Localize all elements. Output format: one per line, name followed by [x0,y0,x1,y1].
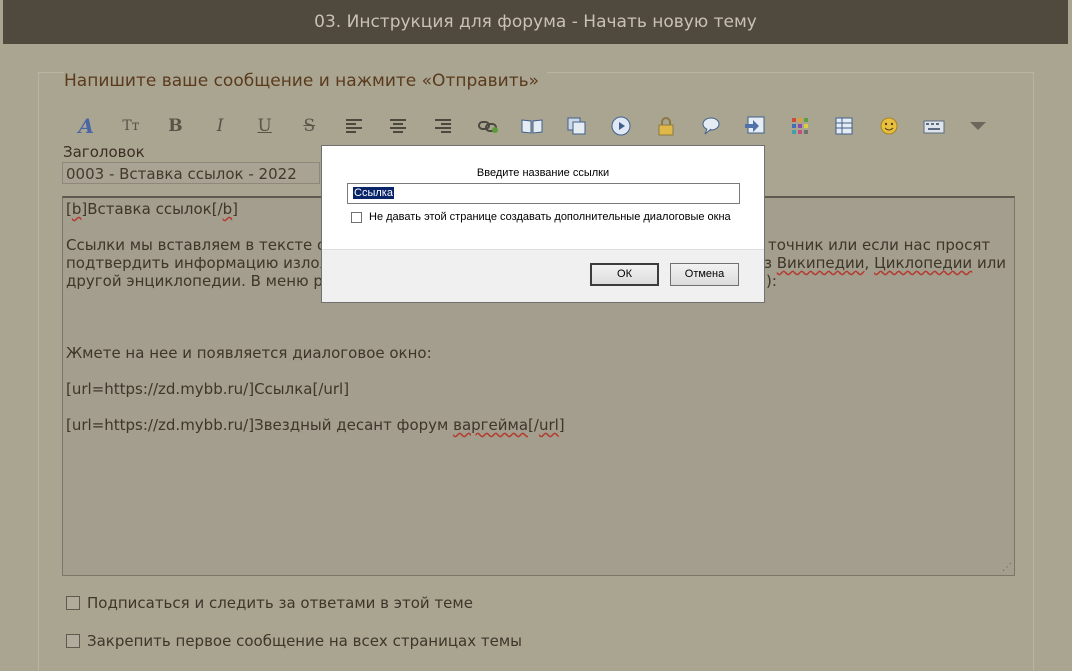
italic-icon[interactable]: I [198,112,243,140]
subscribe-label: Подписаться и следить за ответами в этой… [87,594,473,612]
font-icon[interactable]: A [64,112,109,140]
form-title: Напишите ваше сообщение и нажмите «Отпра… [64,71,548,91]
link-name-input[interactable]: Ссылка [347,183,740,204]
editor-line-4: Жмете на нее и появляется диалоговое окн… [66,344,432,362]
resize-grip-icon[interactable]: ⋰ [1002,562,1012,573]
editor-toolbar: A Tт B I U S [64,112,1000,140]
editor-line-1a: Ссылки мы вставляем в тексте оч [66,236,336,254]
subject-input[interactable]: 0003 - Вставка ссылок - 2022 [62,162,320,184]
copy-icon[interactable] [555,112,600,140]
suppress-dialogs-option[interactable]: Не давать этой странице создавать дополн… [351,211,731,223]
stick-checkbox[interactable] [66,634,80,648]
more-icon[interactable] [956,112,1001,140]
editor-line-title: [b]Вставка ссылок[/b] [66,200,239,218]
smile-icon[interactable] [867,112,912,140]
color-icon[interactable] [778,112,823,140]
subscribe-checkbox[interactable] [66,596,80,610]
editor-line-3b: ): [766,272,777,290]
font-size-icon[interactable]: Tт [109,112,154,140]
quote-book-icon[interactable] [510,112,555,140]
stick-option[interactable]: Закрепить первое сообщение на всех стран… [66,632,522,650]
cancel-button[interactable]: Отмена [670,263,739,286]
page-header: 03. Инструкция для форума - Начать новую… [3,0,1068,44]
editor-line-2a: подтвердить информацию излож [66,254,334,272]
link-name-selected-text: Ссылка [353,187,394,199]
table-icon[interactable] [822,112,867,140]
link-name-dialog: Введите название ссылки Ссылка Не давать… [321,145,765,303]
subject-label: Заголовок [63,143,145,161]
editor-line-2b: з Википедии, Циклопедии или [764,254,1007,272]
underline-icon[interactable]: U [242,112,287,140]
speech-icon[interactable] [688,112,733,140]
keyboard-icon[interactable] [911,112,956,140]
editor-line-3a: другой энциклопедии. В меню ре [66,272,333,290]
bold-icon[interactable]: B [153,112,198,140]
stick-label: Закрепить первое сообщение на всех стран… [87,632,523,650]
editor-line-6: [url=https://zd.mybb.ru/]Звездный десант… [66,416,565,434]
suppress-dialogs-checkbox[interactable] [351,211,362,223]
media-icon[interactable] [599,112,644,140]
align-right-icon[interactable] [421,112,466,140]
ok-button[interactable]: ОК [590,263,659,286]
lock-icon[interactable] [644,112,689,140]
image-icon[interactable] [733,112,778,140]
align-left-icon[interactable] [332,112,377,140]
align-center-icon[interactable] [376,112,421,140]
suppress-dialogs-label: Не давать этой странице создавать дополн… [369,211,731,223]
strikethrough-icon[interactable]: S [287,112,332,140]
editor-line-5: [url=https://zd.mybb.ru/]Ссылка[/url] [66,380,350,398]
subscribe-option[interactable]: Подписаться и следить за ответами в этой… [66,594,473,612]
dialog-prompt: Введите название ссылки [476,167,610,179]
link-icon[interactable] [465,112,510,140]
editor-line-1b: точник или если нас просят [768,236,991,254]
